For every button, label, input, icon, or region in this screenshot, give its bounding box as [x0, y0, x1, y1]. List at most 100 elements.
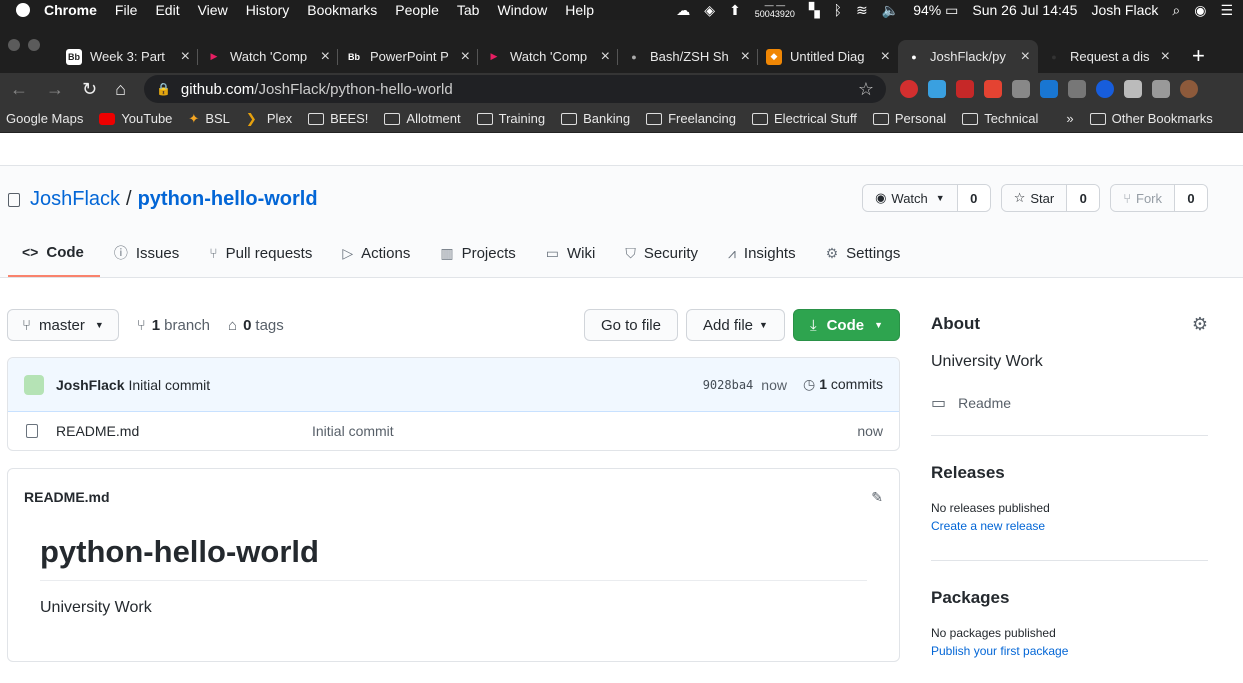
tab-code[interactable]: <> Code [8, 243, 100, 277]
notification-center-icon[interactable]: ☰ [1220, 2, 1233, 19]
flash-extension-icon[interactable] [955, 80, 974, 98]
readme-filename[interactable]: README.md [24, 489, 110, 506]
bookmark-bsl[interactable]: ✦ BSL [188, 111, 229, 127]
watch-button[interactable]: ◉ Watch ▼ [863, 185, 958, 211]
browser-tab[interactable]: ▶ Watch 'Comp × [198, 40, 338, 73]
cloud-extension-icon[interactable] [927, 80, 946, 98]
pencil-icon[interactable]: ✎ [871, 489, 883, 506]
gear-icon[interactable]: ⚙ [1192, 314, 1208, 335]
tab-projects[interactable]: ▥ Projects [426, 243, 531, 277]
lock-icon[interactable]: 🔒 [156, 82, 171, 96]
menu-help[interactable]: Help [565, 2, 594, 18]
star-button[interactable]: ☆ Star [1001, 185, 1068, 211]
branches-link[interactable]: ⑂ 1 branch [137, 317, 210, 334]
add-file-button[interactable]: Add file ▼ [685, 309, 785, 341]
bookmark-folder-other[interactable]: Other Bookmarks [1089, 111, 1213, 126]
menu-file[interactable]: File [115, 2, 138, 18]
minimize-window-button[interactable] [28, 39, 40, 51]
bookmarks-overflow-button[interactable]: » [1066, 111, 1073, 126]
wifi-icon[interactable]: ≋ [856, 2, 868, 19]
todoist-extension-icon[interactable] [983, 80, 1002, 98]
readme-link[interactable]: ▭ Readme [931, 393, 1011, 413]
puzzle-extensions-icon[interactable] [1123, 80, 1142, 98]
code-download-button[interactable]: ⤓ Code ▼ [792, 309, 900, 341]
commit-message[interactable]: Initial commit [128, 377, 210, 393]
menu-window[interactable]: Window [497, 2, 547, 18]
menu-bookmarks[interactable]: Bookmarks [307, 2, 377, 18]
close-tab-icon[interactable]: × [321, 48, 330, 66]
avatar[interactable] [24, 374, 44, 395]
menu-view[interactable]: View [198, 2, 228, 18]
tab-actions[interactable]: ▷ Actions [328, 243, 426, 277]
bookmark-plex[interactable]: ❯ Plex [246, 111, 292, 127]
bookmark-folder-banking[interactable]: Banking [561, 111, 630, 126]
commits-history-link[interactable]: ◷ 1 commits [803, 376, 883, 393]
create-release-link[interactable]: Create a new release [931, 519, 1045, 533]
bookmark-google-maps[interactable]: Google Maps [6, 111, 83, 126]
cloud-icon[interactable]: ☁ [676, 2, 690, 19]
repo-owner-link[interactable]: JoshFlack [30, 188, 120, 211]
browser-tab[interactable]: ● Request a dis × [1038, 40, 1178, 73]
bookmark-folder-electrical[interactable]: Electrical Stuff [752, 111, 857, 126]
tags-link[interactable]: ⌂ 0 tags [228, 317, 284, 334]
close-tab-icon[interactable]: × [881, 48, 890, 66]
menu-tab[interactable]: Tab [457, 2, 480, 18]
clock[interactable]: Sun 26 Jul 14:45 [972, 2, 1077, 18]
browser-tab[interactable]: ◆ Untitled Diag × [758, 40, 898, 73]
close-window-button[interactable] [8, 39, 20, 51]
volume-icon[interactable]: 🔈 [882, 2, 899, 19]
dropbox-icon[interactable]: ◈ [704, 2, 715, 19]
spotlight-search-icon[interactable]: ⌕ [1172, 2, 1180, 19]
reader-extension-icon[interactable] [1067, 80, 1086, 98]
packages-title[interactable]: Packages [931, 588, 1009, 608]
close-tab-icon[interactable]: × [461, 48, 470, 66]
menu-people[interactable]: People [395, 2, 439, 18]
mw-extension-icon[interactable] [1039, 80, 1058, 98]
publish-package-link[interactable]: Publish your first package [931, 644, 1068, 658]
bookmark-folder-freelancing[interactable]: Freelancing [646, 111, 736, 126]
fork-count[interactable]: 0 [1175, 185, 1207, 211]
reading-list-icon[interactable] [1151, 80, 1170, 98]
browser-tab[interactable]: Bb PowerPoint P × [338, 40, 478, 73]
bookmark-folder-bees[interactable]: BEES! [308, 111, 368, 126]
browser-tab[interactable]: ▶ Watch 'Comp × [478, 40, 618, 73]
bookmark-youtube[interactable]: YouTube [99, 111, 172, 126]
file-commit-message[interactable]: Initial commit [312, 423, 394, 439]
browser-tab-active[interactable]: ● JoshFlack/py × [898, 40, 1038, 73]
commit-author[interactable]: JoshFlack [56, 377, 124, 393]
file-name-link[interactable]: README.md [56, 423, 312, 439]
upload-cloud-icon[interactable]: ⬆ [729, 2, 741, 19]
siri-icon[interactable]: ◉ [1194, 2, 1206, 19]
releases-title[interactable]: Releases [931, 463, 1005, 483]
battery-status[interactable]: 94% ▭ [913, 2, 958, 19]
commit-sha[interactable]: 9028ba4 [703, 378, 754, 392]
back-arrow-icon[interactable]: ← [10, 79, 28, 100]
tab-settings[interactable]: ⚙ Settings [812, 243, 917, 277]
bookmark-folder-allotment[interactable]: Allotment [384, 111, 461, 126]
bitwarden-extension-icon[interactable] [1095, 80, 1114, 98]
bookmark-folder-personal[interactable]: Personal [872, 111, 946, 126]
tab-wiki[interactable]: ▭ Wiki [532, 243, 612, 277]
reload-icon[interactable]: ↻ [82, 79, 97, 100]
close-tab-icon[interactable]: × [741, 48, 750, 66]
address-bar[interactable]: 🔒 github.com/JoshFlack/python-hello-worl… [143, 75, 886, 103]
adblock-extension-icon[interactable] [899, 80, 918, 98]
star-count[interactable]: 0 [1067, 185, 1100, 211]
close-tab-icon[interactable]: × [1161, 48, 1170, 66]
print-extension-icon[interactable] [1011, 80, 1030, 98]
go-to-file-button[interactable]: Go to file [583, 309, 678, 341]
bookmark-folder-training[interactable]: Training [476, 111, 545, 126]
close-tab-icon[interactable]: × [181, 48, 190, 66]
layout-icon[interactable]: ▚ [809, 2, 820, 19]
close-tab-icon[interactable]: × [1021, 48, 1030, 66]
bookmark-star-icon[interactable]: ☆ [858, 79, 874, 100]
branch-select-button[interactable]: ⑂ master ▼ [7, 309, 119, 341]
profile-avatar[interactable] [1179, 80, 1198, 98]
fork-button[interactable]: ⑂ Fork [1111, 185, 1175, 211]
apple-icon[interactable] [16, 3, 30, 17]
new-tab-icon[interactable]: + [1192, 43, 1205, 69]
home-icon[interactable]: ⌂ [115, 79, 126, 100]
close-tab-icon[interactable]: × [601, 48, 610, 66]
user-name[interactable]: Josh Flack [1091, 2, 1158, 18]
browser-tab[interactable]: ● Bash/ZSH Sh × [618, 40, 758, 73]
